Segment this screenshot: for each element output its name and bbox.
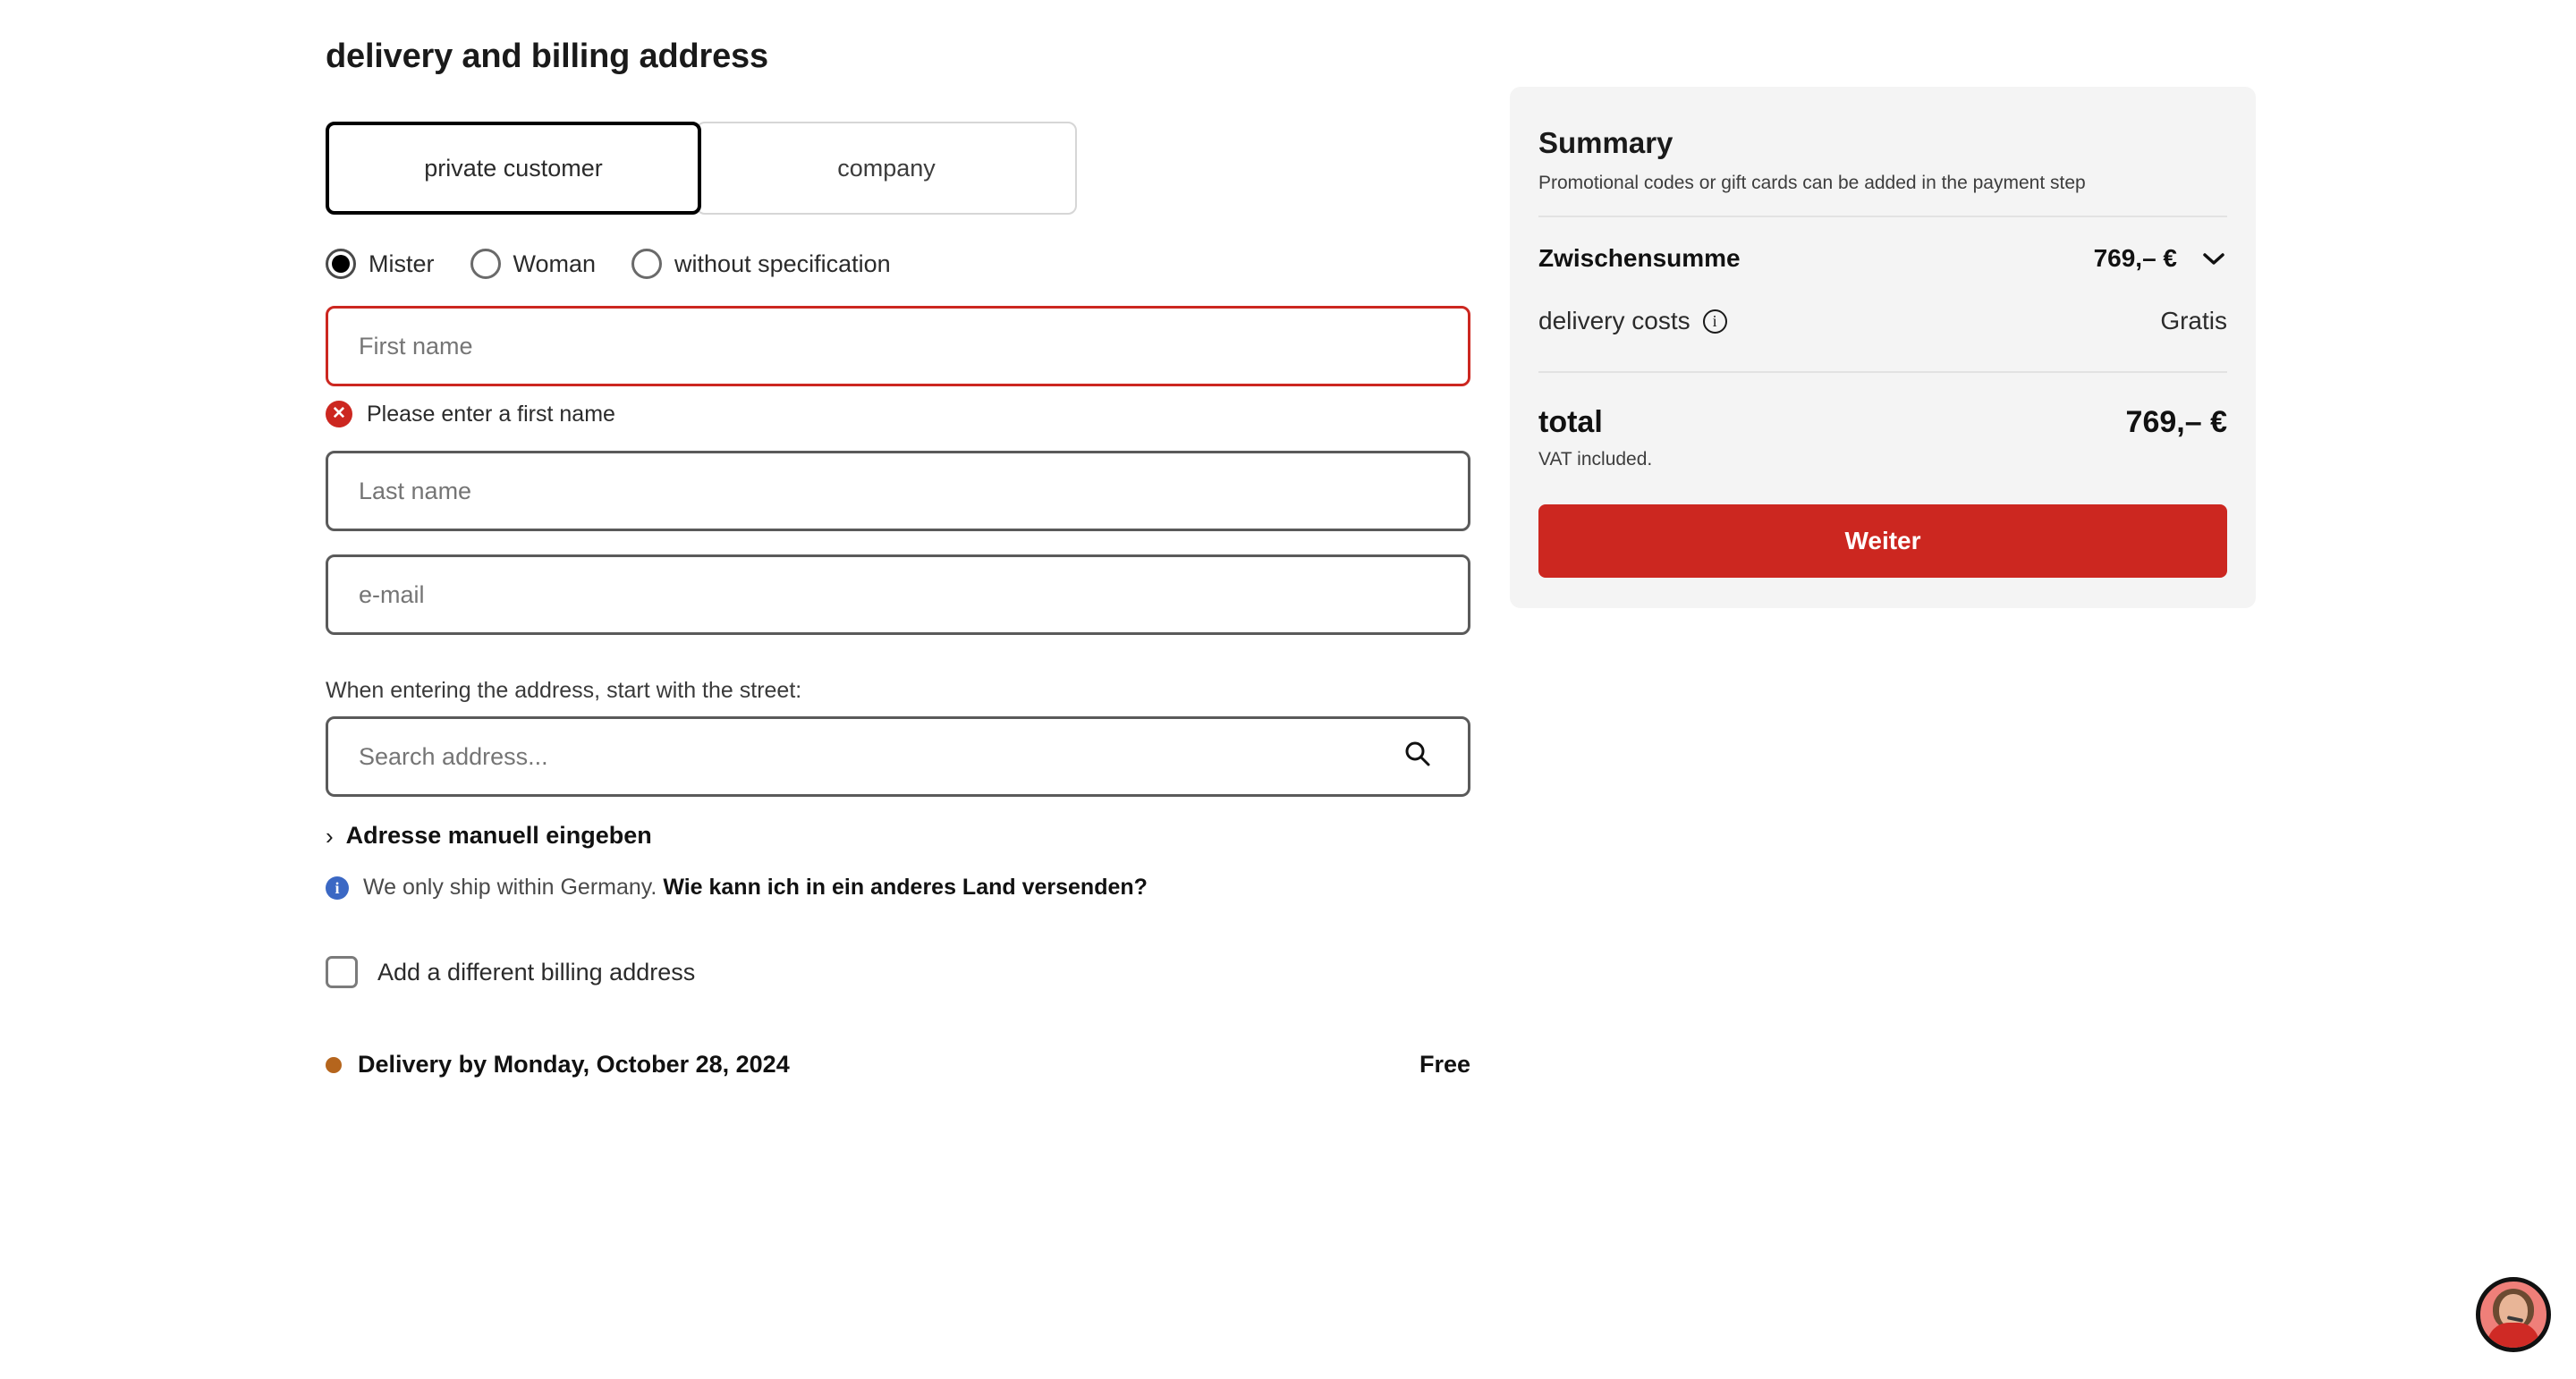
radio-mister-indicator bbox=[326, 249, 356, 279]
radio-mister[interactable]: Mister bbox=[326, 249, 435, 279]
radio-woman[interactable]: Woman bbox=[470, 249, 597, 279]
shipping-note-link[interactable]: Wie kann ich in ein anderes Land versend… bbox=[663, 875, 1148, 900]
first-name-error-text: Please enter a first name bbox=[367, 401, 615, 427]
chevron-down-icon[interactable] bbox=[2200, 250, 2227, 267]
manual-address-link[interactable]: › Adresse manuell eingeben bbox=[326, 822, 652, 850]
radio-without-specification-indicator bbox=[631, 249, 663, 279]
billing-address-checkbox[interactable] bbox=[326, 956, 358, 988]
segment-company-label: company bbox=[837, 154, 936, 182]
page-title: delivery and billing address bbox=[326, 38, 768, 75]
summary-subtitle: Promotional codes or gift cards can be a… bbox=[1538, 173, 2086, 193]
delivery-costs-value: Gratis bbox=[2160, 307, 2227, 334]
continue-button[interactable]: Weiter bbox=[1538, 504, 2227, 578]
avatar-shirt bbox=[2487, 1323, 2539, 1348]
status-dot-icon bbox=[326, 1056, 342, 1073]
summary-divider-top bbox=[1538, 216, 2227, 217]
segment-private-customer-label: private customer bbox=[424, 154, 603, 182]
search-icon[interactable] bbox=[1402, 738, 1434, 776]
radio-mister-label: Mister bbox=[369, 250, 435, 277]
total-value: 769,– € bbox=[2125, 405, 2227, 439]
first-name-input[interactable] bbox=[326, 306, 1470, 386]
first-name-error: ✕ Please enter a first name bbox=[326, 401, 1470, 427]
radio-woman-indicator bbox=[470, 249, 501, 279]
manual-address-link-label: Adresse manuell eingeben bbox=[345, 822, 652, 849]
customer-type-toggle: private customer company bbox=[326, 122, 1077, 215]
radio-without-specification-label: without specification bbox=[674, 250, 891, 277]
shipping-note: i We only ship within Germany. Wie kann … bbox=[326, 875, 1470, 901]
salutation-radio-group: Mister Woman without specification bbox=[326, 249, 1470, 279]
total-row: total 769,– € bbox=[1538, 405, 2227, 440]
radio-woman-label: Woman bbox=[513, 250, 597, 277]
billing-address-label: Add a different billing address bbox=[377, 958, 696, 986]
vat-note: VAT included. bbox=[1538, 449, 1653, 470]
subtotal-label: Zwischensumme bbox=[1538, 244, 1741, 272]
shipping-note-plain: We only ship within Germany. bbox=[363, 875, 657, 900]
billing-address-checkbox-row[interactable]: Add a different billing address bbox=[326, 956, 1470, 988]
radio-without-specification[interactable]: without specification bbox=[631, 249, 891, 279]
segment-company[interactable]: company bbox=[696, 122, 1077, 215]
error-circle-icon: ✕ bbox=[326, 401, 352, 427]
last-name-input[interactable] bbox=[326, 451, 1470, 531]
email-input[interactable] bbox=[326, 554, 1470, 635]
shipping-note-text: We only ship within Germany. Wie kann ic… bbox=[363, 875, 1148, 901]
support-agent-avatar[interactable] bbox=[2476, 1277, 2551, 1352]
order-summary-card: Summary Promotional codes or gift cards … bbox=[1510, 87, 2256, 608]
delivery-date-text: Delivery by Monday, October 28, 2024 bbox=[358, 1051, 790, 1078]
total-label: total bbox=[1538, 405, 1603, 439]
info-circle-filled-icon: i bbox=[326, 876, 349, 900]
delivery-costs-row: delivery costs i Gratis bbox=[1538, 307, 2227, 335]
info-circle-outline-icon[interactable]: i bbox=[1702, 309, 1727, 334]
chevron-right-icon: › bbox=[326, 822, 334, 850]
summary-title: Summary bbox=[1538, 126, 1674, 159]
address-form: delivery and billing address private cus… bbox=[326, 0, 1470, 1079]
subtotal-value: 769,– € bbox=[2093, 244, 2177, 272]
delivery-costs-label: delivery costs bbox=[1538, 307, 1690, 334]
checkout-page: delivery and billing address private cus… bbox=[0, 0, 2576, 1379]
delivery-price: Free bbox=[1419, 1051, 1470, 1078]
summary-divider-bottom bbox=[1538, 371, 2227, 373]
address-search-input[interactable] bbox=[359, 742, 1402, 771]
address-search-field[interactable] bbox=[326, 716, 1470, 797]
segment-private-customer[interactable]: private customer bbox=[326, 122, 701, 215]
address-hint-label: When entering the address, start with th… bbox=[326, 678, 802, 703]
subtotal-row[interactable]: Zwischensumme 769,– € bbox=[1538, 244, 2227, 273]
delivery-info-row: Delivery by Monday, October 28, 2024 Fre… bbox=[326, 1051, 1470, 1079]
